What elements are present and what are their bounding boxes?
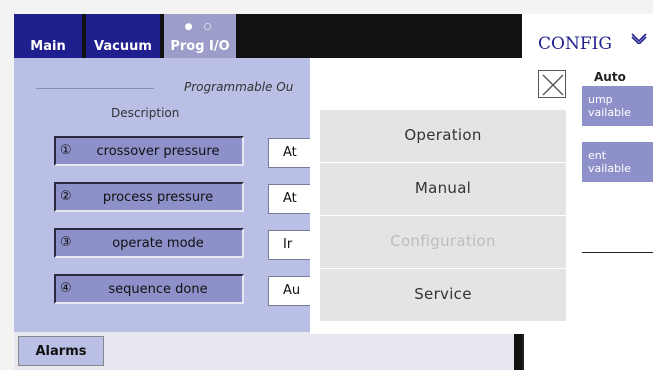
output-3-number-icon: ③ (60, 235, 72, 250)
pump-status-line1: ump (588, 93, 613, 106)
vent-status-box[interactable]: ent vailable (582, 142, 653, 182)
tab-vacuum[interactable]: Vacuum (86, 14, 160, 58)
menu-popup: Operation Manual Configuration Service (310, 58, 580, 334)
output-3-description: operate mode (112, 236, 204, 251)
output-1-number-icon: ① (60, 143, 72, 158)
description-header: Description (111, 106, 180, 120)
output-3-value: Ir (283, 237, 293, 252)
output-1-description-button[interactable]: ① crossover pressure (54, 136, 244, 166)
output-2-number-icon: ② (60, 189, 72, 204)
pump-status-line2: vailable (588, 106, 631, 119)
close-icon[interactable] (538, 70, 566, 98)
output-4-number-icon: ④ (60, 281, 72, 296)
tab-prog-io[interactable]: ● ○ Prog I/O (164, 14, 236, 58)
bottom-bar: Alarms (14, 332, 514, 370)
menu-item-configuration-label: Configuration (390, 232, 496, 250)
output-2-description-button[interactable]: ② process pressure (54, 182, 244, 212)
output-1-description: crossover pressure (96, 144, 220, 159)
config-dropdown-label[interactable]: CONFIG (538, 34, 612, 54)
output-3-description-button[interactable]: ③ operate mode (54, 228, 244, 258)
page-dots-indicator: ● ○ (184, 22, 216, 32)
tab-main-label: Main (30, 39, 66, 54)
side-panel-bottom-divider (522, 330, 524, 370)
side-panel-divider (582, 252, 653, 253)
pump-status-box[interactable]: ump vailable (582, 86, 653, 126)
mode-auto-label: Auto (594, 70, 626, 84)
menu-item-service-label: Service (414, 285, 472, 303)
tab-vacuum-label: Vacuum (94, 39, 152, 54)
menu-item-manual-label: Manual (414, 179, 472, 197)
alarms-button[interactable]: Alarms (18, 336, 104, 366)
vent-status-line2: vailable (588, 162, 631, 175)
alarms-label: Alarms (35, 344, 87, 359)
output-4-value: Au (283, 283, 301, 298)
vent-status-line1: ent (588, 149, 607, 162)
output-4-description: sequence done (108, 282, 208, 297)
title-divider (36, 88, 154, 89)
tab-main[interactable]: Main (14, 14, 82, 58)
panel-title: Programmable Ou (184, 80, 294, 94)
tab-prog-io-label: Prog I/O (170, 39, 230, 54)
menu-item-manual[interactable]: Manual (320, 163, 566, 215)
menu-item-configuration: Configuration (320, 216, 566, 268)
output-2-description: process pressure (102, 190, 214, 205)
menu-item-operation-label: Operation (404, 126, 482, 144)
menu-item-operation[interactable]: Operation (320, 110, 566, 162)
output-1-value: At (283, 145, 297, 160)
touch-screen: Main Vacuum ● ○ Prog I/O Programmable Ou… (14, 14, 653, 370)
output-2-value: At (283, 191, 297, 206)
menu-item-service[interactable]: Service (320, 269, 566, 321)
chevron-down-icon[interactable] (630, 32, 648, 48)
output-4-description-button[interactable]: ④ sequence done (54, 274, 244, 304)
